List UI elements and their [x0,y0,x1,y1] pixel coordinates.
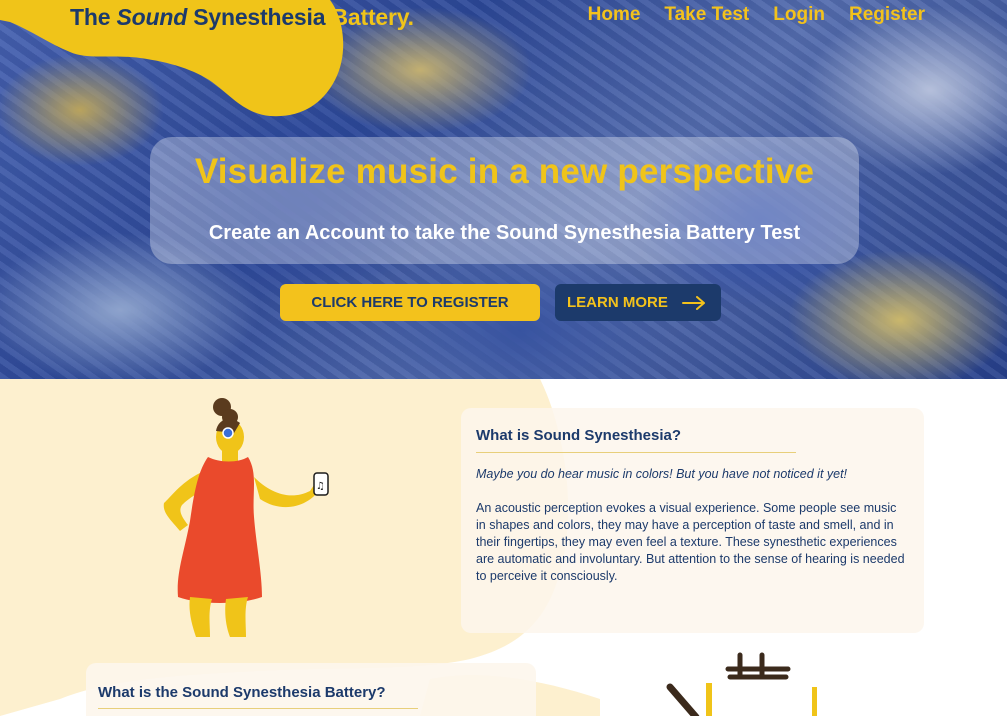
nav-register-link[interactable]: Register [849,4,925,26]
brand-sound: Sound [116,4,188,30]
section-tagline: Maybe you do hear music in colors! But y… [476,467,848,481]
section-title: What is the Sound Synesthesia Battery? [98,684,386,701]
brand-the: The [70,4,111,30]
site-brand[interactable]: The Sound Synesthesia Battery. [70,4,414,31]
arrow-right-icon [681,295,705,310]
brand-battery: Battery. [331,4,415,30]
hero-banner: The Sound Synesthesia Battery. Home Take… [0,0,1007,379]
register-button[interactable]: CLICK HERE TO REGISTER [280,284,540,321]
music-note-icon: ♫ [316,481,325,492]
hero-subtitle: Create an Account to take the Sound Syne… [208,222,801,244]
section-body: An acoustic perception evokes a visual e… [476,501,905,583]
nav-login-link[interactable]: Login [773,4,825,26]
section-title: What is Sound Synesthesia? [476,427,682,444]
what-is-sound-synesthesia-card: What is Sound Synesthesia? Maybe you do … [461,408,924,633]
about-section: ♫ What is Sound Synesthesia? Maybe you d… [0,379,1007,716]
learn-more-button[interactable]: LEARN MORE [555,284,721,321]
title-divider [98,708,418,709]
main-nav: Home Take Test Login Register [588,4,925,26]
brand-synesthesia: Synesthesia [193,4,326,30]
easel-illustration [666,652,817,716]
title-divider [476,452,796,453]
nav-home-link[interactable]: Home [588,4,641,26]
woman-listening-illustration: ♫ [163,398,329,637]
nav-take-test-link[interactable]: Take Test [664,4,749,26]
what-is-battery-card: What is the Sound Synesthesia Battery? [86,663,536,716]
hero-title: Visualize music in a new perspective [194,152,815,191]
learn-more-label: LEARN MORE [567,294,668,311]
